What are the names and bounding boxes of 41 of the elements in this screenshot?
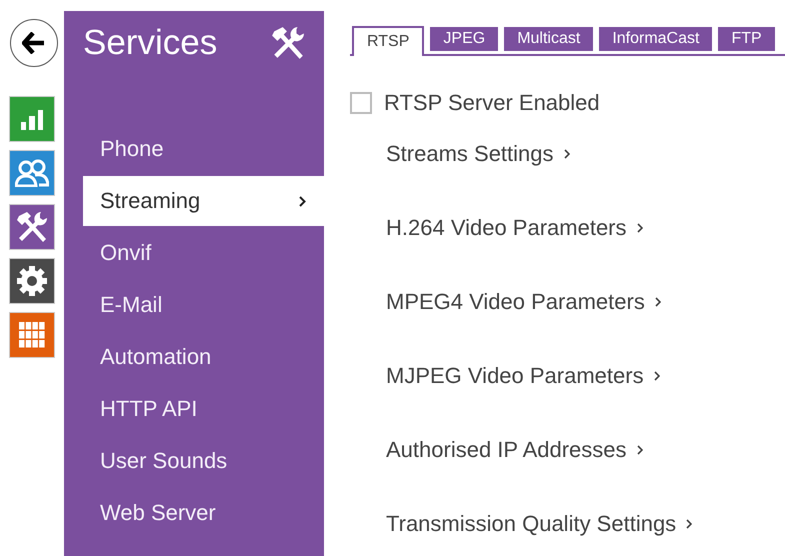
sidebar-title: Services — [83, 23, 218, 63]
sidebar-item[interactable]: Streaming — [83, 176, 324, 226]
gear-icon — [16, 265, 48, 297]
sidebar-item[interactable]: User Sounds — [83, 435, 324, 487]
chevron-right-icon — [686, 519, 692, 529]
nav-tile[interactable] — [9, 96, 55, 142]
grid-icon — [19, 322, 45, 348]
checkbox[interactable] — [350, 92, 372, 114]
section-link[interactable]: Authorised IP Addresses — [386, 436, 785, 464]
sidebar-item[interactable]: Onvif — [83, 227, 324, 279]
sidebar-item[interactable]: Phone — [83, 123, 324, 175]
section-link[interactable]: MPEG4 Video Parameters — [386, 288, 785, 316]
sidebar-item[interactable]: HTTP API — [83, 383, 324, 435]
chevron-right-icon — [654, 371, 660, 381]
section-link[interactable]: Streams Settings — [386, 140, 785, 168]
chevron-right-icon — [654, 297, 661, 307]
tab[interactable]: RTSP — [352, 26, 424, 56]
nav-tile[interactable] — [9, 258, 55, 304]
sidebar-item[interactable]: E-Mail — [83, 279, 324, 331]
tab[interactable]: Multicast — [504, 27, 594, 51]
nav-tile[interactable] — [9, 204, 55, 250]
bar-chart-icon — [20, 108, 44, 130]
users-icon — [15, 159, 49, 187]
checkbox-label: RTSP Server Enabled — [384, 90, 600, 116]
chevron-right-icon — [299, 196, 306, 206]
chevron-right-icon — [564, 149, 570, 159]
chevron-right-icon — [636, 445, 643, 455]
sidebar-item[interactable]: Automation — [83, 331, 324, 383]
section-link[interactable]: Transmission Quality Settings — [386, 510, 785, 538]
nav-tile[interactable] — [9, 312, 55, 358]
back-arrow-icon — [22, 32, 46, 54]
tab[interactable]: FTP — [718, 27, 775, 51]
tab[interactable]: InformaCast — [599, 27, 712, 51]
nav-tile[interactable] — [9, 150, 55, 196]
chevron-right-icon — [636, 223, 643, 233]
sidebar-item[interactable]: Web Server — [83, 487, 324, 539]
tools-icon — [15, 210, 49, 244]
tab[interactable]: JPEG — [430, 27, 498, 51]
section-link[interactable]: H.264 Video Parameters — [386, 214, 785, 242]
back-button[interactable] — [10, 19, 58, 67]
section-link[interactable]: MJPEG Video Parameters — [386, 362, 785, 390]
